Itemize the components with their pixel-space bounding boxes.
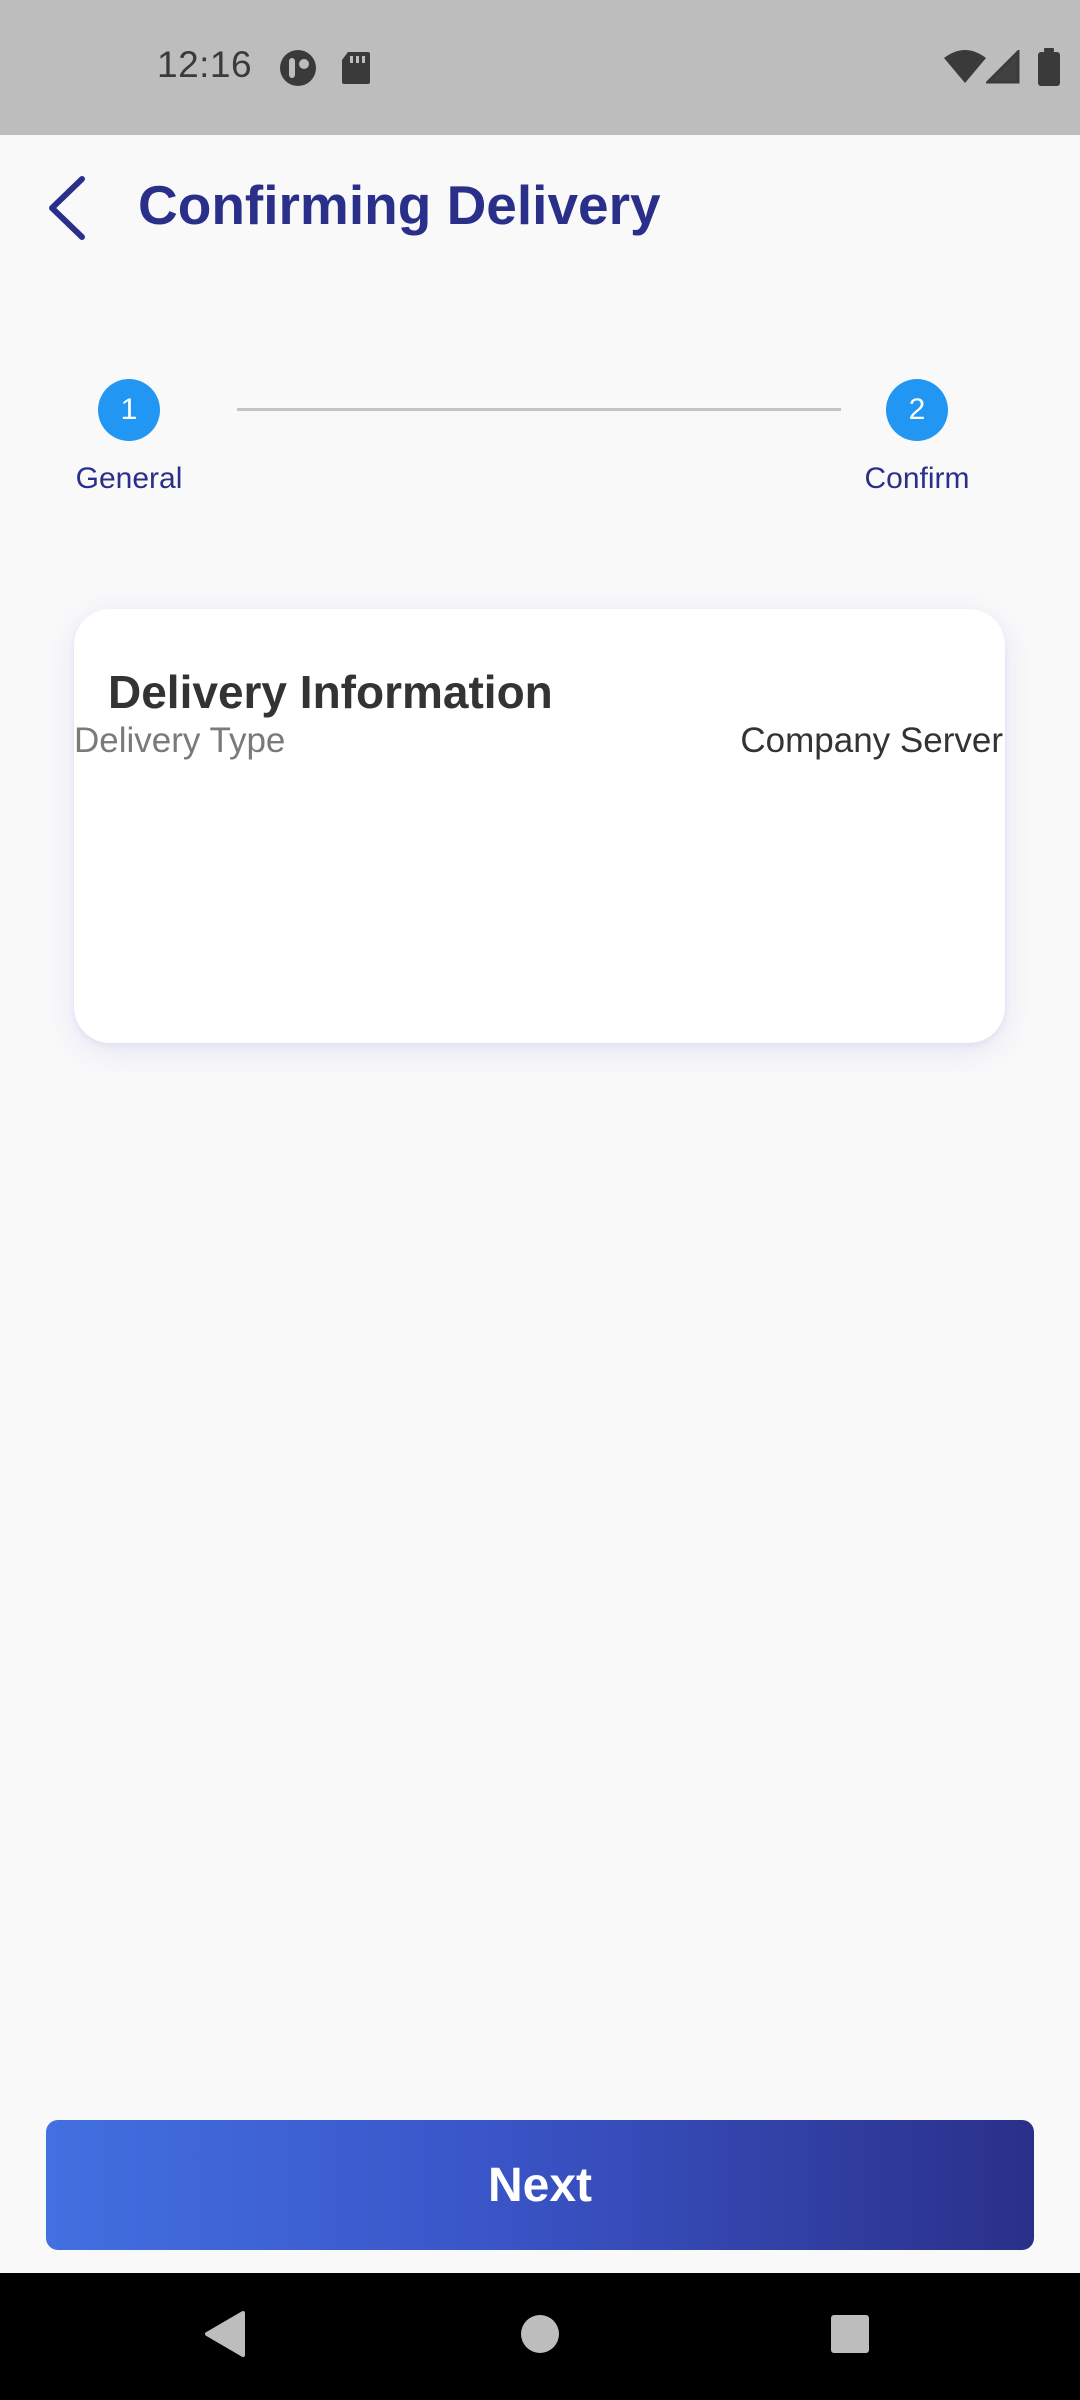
delivery-type-label: Delivery Type — [74, 721, 286, 760]
app-header: Confirming Delivery — [0, 135, 1080, 285]
page-title: Confirming Delivery — [138, 174, 661, 236]
stepper: 1 General 2 Confirm — [0, 370, 1080, 510]
card-title: Delivery Information — [108, 666, 553, 718]
back-triangle-icon — [203, 2309, 247, 2364]
step-2-number: 2 — [908, 393, 926, 426]
nav-back-button[interactable] — [155, 2273, 295, 2400]
next-button[interactable]: Next — [46, 2120, 1034, 2250]
step-1-label: General — [75, 462, 183, 495]
wifi-icon — [944, 50, 986, 89]
signal-icon — [984, 48, 1020, 89]
home-circle-icon — [520, 2314, 560, 2359]
step-2-indicator[interactable]: 2 — [886, 379, 948, 441]
system-nav-bar — [0, 2273, 1080, 2400]
status-bar: 12:16 — [0, 0, 1080, 135]
sd-card-icon — [340, 50, 372, 91]
back-button[interactable] — [22, 165, 112, 255]
app-indicator-icon — [278, 48, 318, 93]
screen: 12:16 Confirming Delivery 1 General 2 Co… — [0, 0, 1080, 2400]
step-connector-line — [237, 408, 841, 411]
step-1-indicator[interactable]: 1 — [98, 379, 160, 441]
nav-home-button[interactable] — [470, 2273, 610, 2400]
nav-recents-button[interactable] — [780, 2273, 920, 2400]
delivery-info-card: Delivery Information Delivery Type Compa… — [74, 609, 1005, 1043]
chevron-left-icon — [44, 175, 90, 246]
battery-icon — [1038, 48, 1060, 91]
delivery-type-value: Company Server — [740, 721, 1003, 760]
status-time: 12:16 — [157, 44, 253, 85]
step-1-number: 1 — [120, 393, 138, 426]
step-2-label: Confirm — [864, 462, 970, 495]
recents-square-icon — [830, 2314, 870, 2359]
